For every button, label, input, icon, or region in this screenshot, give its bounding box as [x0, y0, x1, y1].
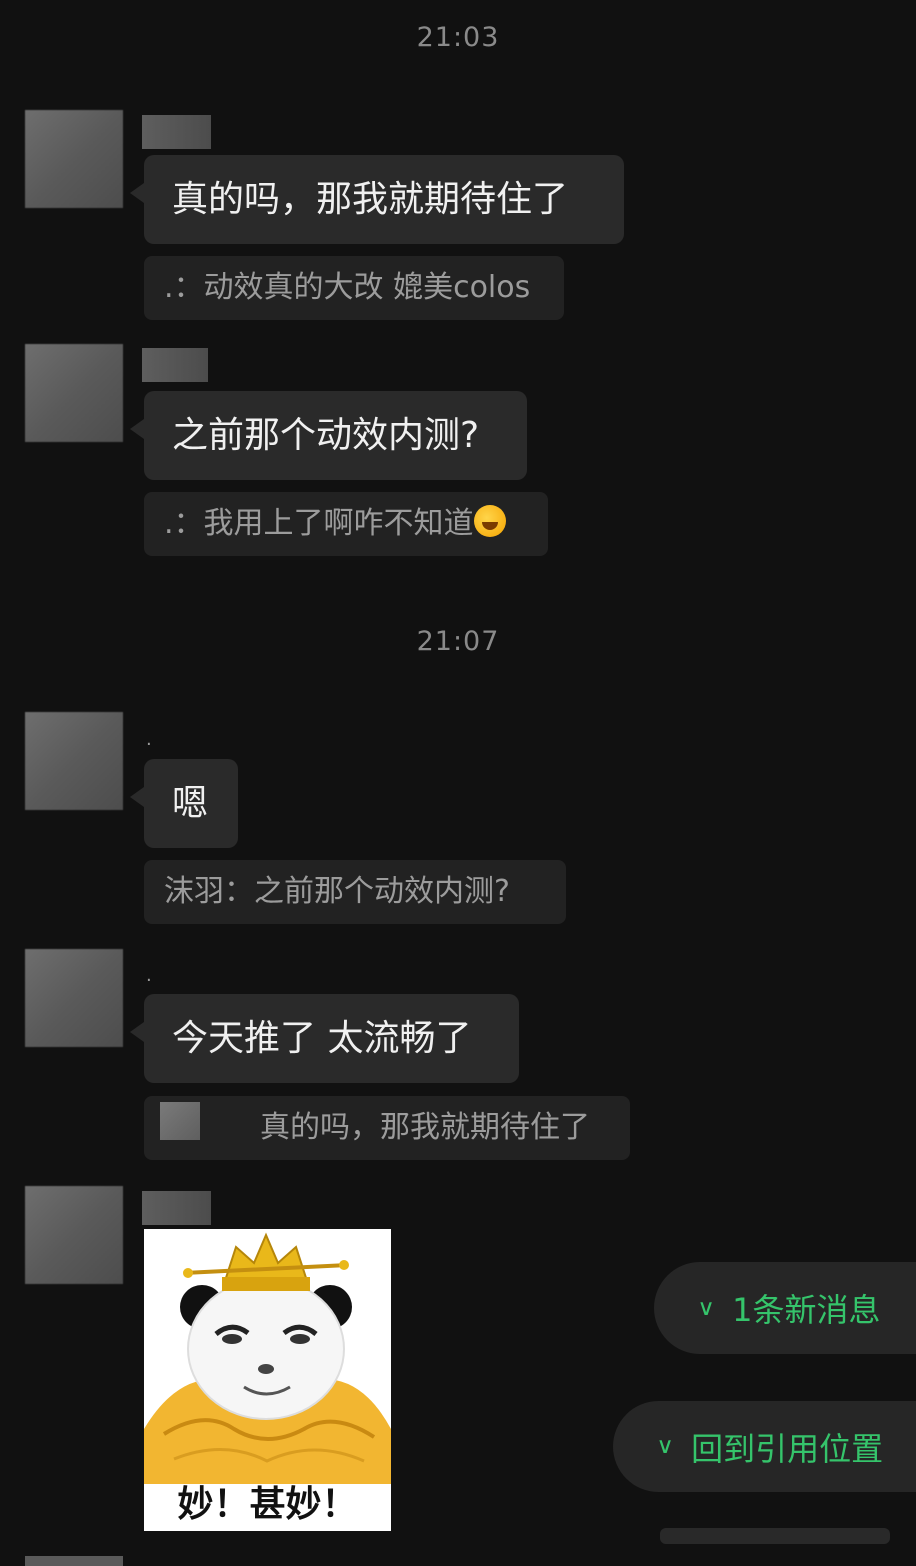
avatar[interactable]: [25, 1186, 123, 1284]
avatar[interactable]: [25, 1556, 123, 1566]
message-text: 真的吗，那我就期待住了: [172, 179, 569, 220]
quote-text: 沫羽：之前那个动效内测?: [164, 874, 510, 909]
crying-laughing-emoji-icon: [473, 505, 506, 537]
double-chevron-down-icon: ∨︎: [697, 1295, 715, 1321]
sender-name: .: [146, 965, 152, 986]
back-to-quote-button[interactable]: ∨︎ 回到引用位置: [613, 1401, 916, 1492]
message-bubble[interactable]: 真的吗，那我就期待住了: [130, 155, 624, 244]
quote-text: 真的吗，那我就期待住了: [260, 1110, 590, 1145]
sender-name: [142, 115, 211, 149]
sender-name: [142, 1191, 211, 1225]
message-bubble[interactable]: 之前那个动效内测?: [130, 391, 527, 480]
sticker-image[interactable]: 妙！甚妙！: [144, 1229, 391, 1531]
message-text: 今天推了 太流畅了: [172, 1018, 472, 1059]
message-text: 之前那个动效内测?: [172, 415, 480, 456]
quoted-message[interactable]: 真的吗，那我就期待住了: [144, 1096, 630, 1160]
sticker-caption: 妙！甚妙！: [177, 1484, 358, 1525]
quote-text: .：我用上了啊咋不知道: [164, 506, 474, 541]
back-to-quote-label: 回到引用位置: [691, 1429, 884, 1468]
message-bubble[interactable]: 嗯: [130, 759, 238, 848]
new-messages-button[interactable]: ∨︎ 1条新消息: [654, 1262, 916, 1354]
quoted-message[interactable]: .：我用上了啊咋不知道: [144, 492, 548, 556]
message-bubble[interactable]: 今天推了 太流畅了: [130, 994, 519, 1083]
quote-thumbnail: [160, 1102, 200, 1140]
avatar[interactable]: [25, 712, 123, 810]
quoted-message[interactable]: 沫羽：之前那个动效内测?: [144, 860, 566, 924]
quote-text: .：动效真的大改 媲美colos: [164, 270, 531, 305]
avatar[interactable]: [25, 949, 123, 1047]
sender-name: [142, 348, 208, 382]
double-chevron-down-icon: ∨︎: [656, 1434, 674, 1459]
quoted-message[interactable]: .：动效真的大改 媲美colos: [144, 256, 564, 320]
timestamp-divider: 21:07: [416, 626, 500, 657]
new-messages-label: 1条新消息: [732, 1291, 881, 1329]
watermark: [660, 1528, 890, 1544]
avatar[interactable]: [25, 344, 123, 442]
timestamp-divider: 21:03: [416, 22, 500, 53]
avatar[interactable]: [25, 110, 123, 208]
sender-name: .: [146, 729, 152, 750]
message-text: 嗯: [172, 783, 209, 824]
